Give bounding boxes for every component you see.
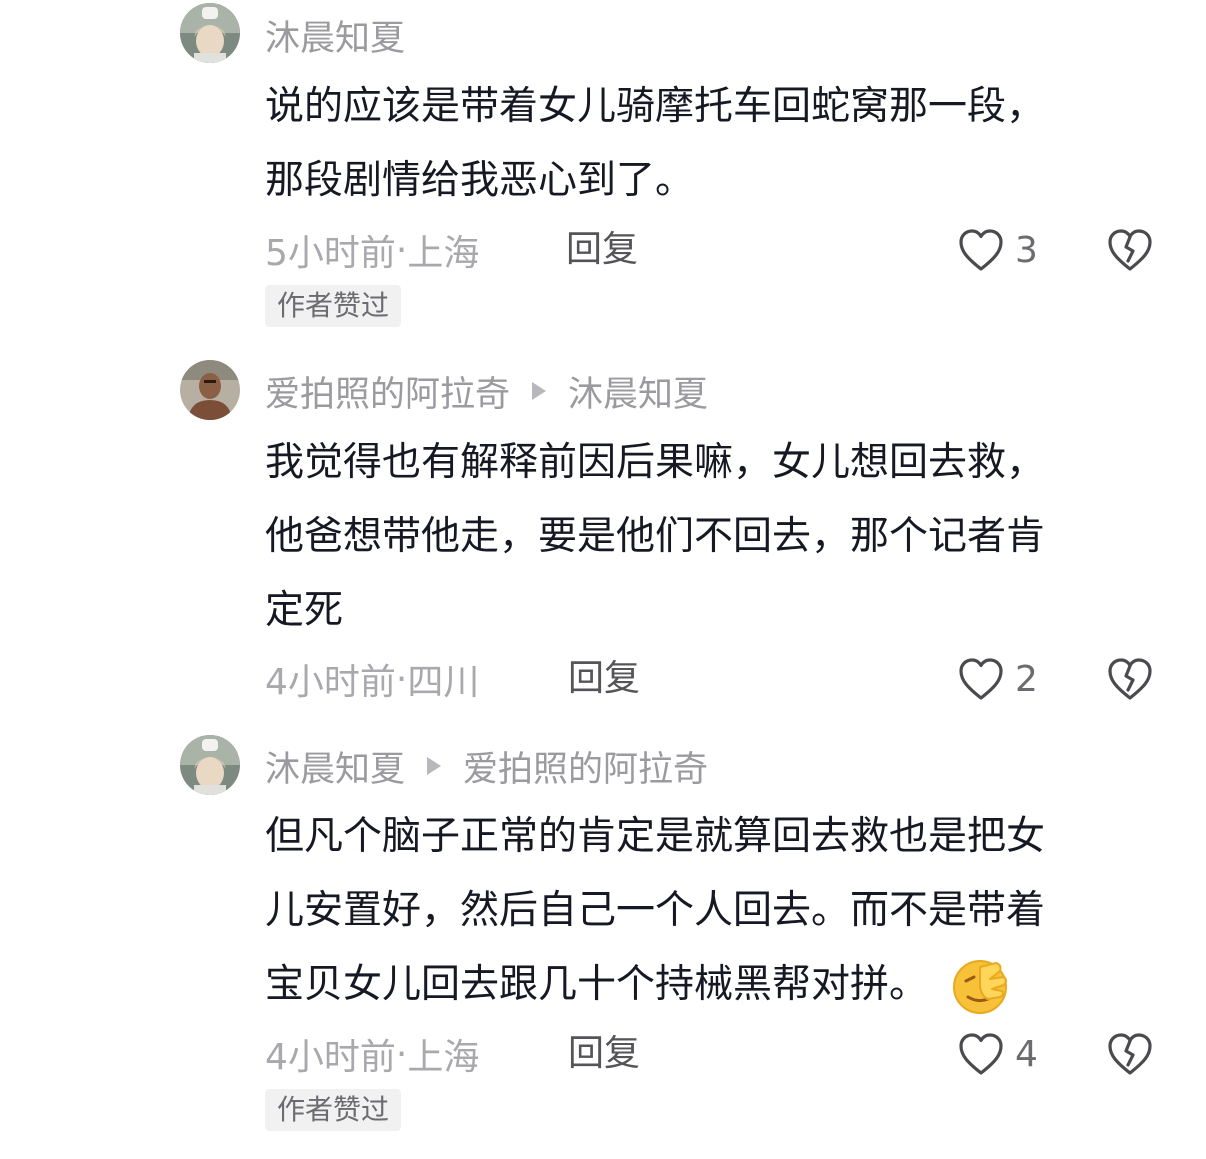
- heart-outline-icon: [959, 229, 1003, 271]
- comment-location: 四川: [407, 662, 480, 703]
- avatar[interactable]: [180, 735, 240, 795]
- comment-line: 说的应该是带着女儿骑摩托车回蛇窝那一段，: [265, 84, 1046, 129]
- comment-author-row: 沐晨知夏: [265, 10, 405, 60]
- comment-meta: 4小时前 · 上海: [265, 1026, 479, 1082]
- reply-arrow-icon: [427, 757, 442, 775]
- comment-line-with-emoji: 宝贝女儿回去跟几十个持械黑帮对拼。: [265, 948, 1165, 1022]
- like-button[interactable]: 3: [957, 222, 1038, 278]
- heart-outline-icon: [959, 658, 1003, 700]
- comment-location: 上海: [407, 1037, 480, 1078]
- comment-meta: 4小时前 · 四川: [265, 651, 479, 707]
- comment-line: 定死: [265, 588, 344, 633]
- comment-line: 那段剧情给我恶心到了。: [265, 158, 695, 203]
- reply-button[interactable]: 回复: [566, 222, 638, 278]
- comment-text: 但凡个脑子正常的肯定是就算回去救也是把女 儿安置好，然后自己一个人回去。而不是带…: [265, 800, 1165, 1022]
- reply-arrow-icon: [532, 382, 547, 400]
- broken-heart-icon: [1108, 229, 1152, 271]
- meta-separator: ·: [395, 229, 408, 271]
- author-liked-badge: 作者赞过: [265, 1089, 402, 1131]
- like-count: 4: [1015, 1033, 1038, 1075]
- comment-line: 儿安置好，然后自己一个人回去。而不是带着: [265, 888, 1046, 933]
- reply-to-name[interactable]: 爱拍照的阿拉奇: [463, 741, 708, 792]
- comment-time: 4小时前: [265, 1037, 396, 1078]
- comment-time: 5小时前: [265, 233, 396, 274]
- author-name[interactable]: 沐晨知夏: [265, 10, 405, 61]
- reply-to-name[interactable]: 沐晨知夏: [568, 366, 708, 417]
- meta-separator: ·: [395, 1033, 408, 1075]
- reply-button[interactable]: 回复: [568, 651, 640, 707]
- comment-line: 我觉得也有解释前因后果嘛，女儿想回去救，: [265, 440, 1046, 485]
- face-palm-emoji: [953, 959, 1008, 1014]
- dislike-button[interactable]: [1106, 1026, 1156, 1082]
- like-button[interactable]: 2: [957, 651, 1038, 707]
- broken-heart-icon: [1108, 1033, 1152, 1075]
- comment-line: 宝贝女儿回去跟几十个持械黑帮对拼。: [265, 962, 929, 1007]
- dislike-button[interactable]: [1106, 651, 1156, 707]
- author-liked-badge: 作者赞过: [265, 285, 402, 327]
- heart-outline-icon: [959, 1033, 1003, 1075]
- comment-line: 但凡个脑子正常的肯定是就算回去救也是把女: [265, 814, 1046, 859]
- reply-button[interactable]: 回复: [568, 1026, 640, 1082]
- comment-line: 他爸想带他走，要是他们不回去，那个记者肯: [265, 514, 1046, 559]
- comment-text: 我觉得也有解释前因后果嘛，女儿想回去救， 他爸想带他走，要是他们不回去，那个记者…: [265, 426, 1165, 648]
- like-count: 2: [1015, 658, 1038, 700]
- author-name[interactable]: 爱拍照的阿拉奇: [265, 366, 510, 417]
- comment-text: 说的应该是带着女儿骑摩托车回蛇窝那一段， 那段剧情给我恶心到了。: [265, 70, 1165, 218]
- comment-location: 上海: [407, 233, 480, 274]
- dislike-button[interactable]: [1106, 222, 1156, 278]
- like-button[interactable]: 4: [957, 1026, 1038, 1082]
- broken-heart-icon: [1108, 658, 1152, 700]
- comment-time: 4小时前: [265, 662, 396, 703]
- avatar[interactable]: [180, 3, 240, 63]
- meta-separator: ·: [395, 658, 408, 700]
- comment-author-row: 沐晨知夏 爱拍照的阿拉奇: [265, 741, 708, 791]
- avatar[interactable]: [180, 360, 240, 420]
- author-name[interactable]: 沐晨知夏: [265, 741, 405, 792]
- comment-meta: 5小时前 · 上海: [265, 222, 479, 278]
- like-count: 3: [1015, 229, 1038, 271]
- comment-author-row: 爱拍照的阿拉奇 沐晨知夏: [265, 366, 708, 416]
